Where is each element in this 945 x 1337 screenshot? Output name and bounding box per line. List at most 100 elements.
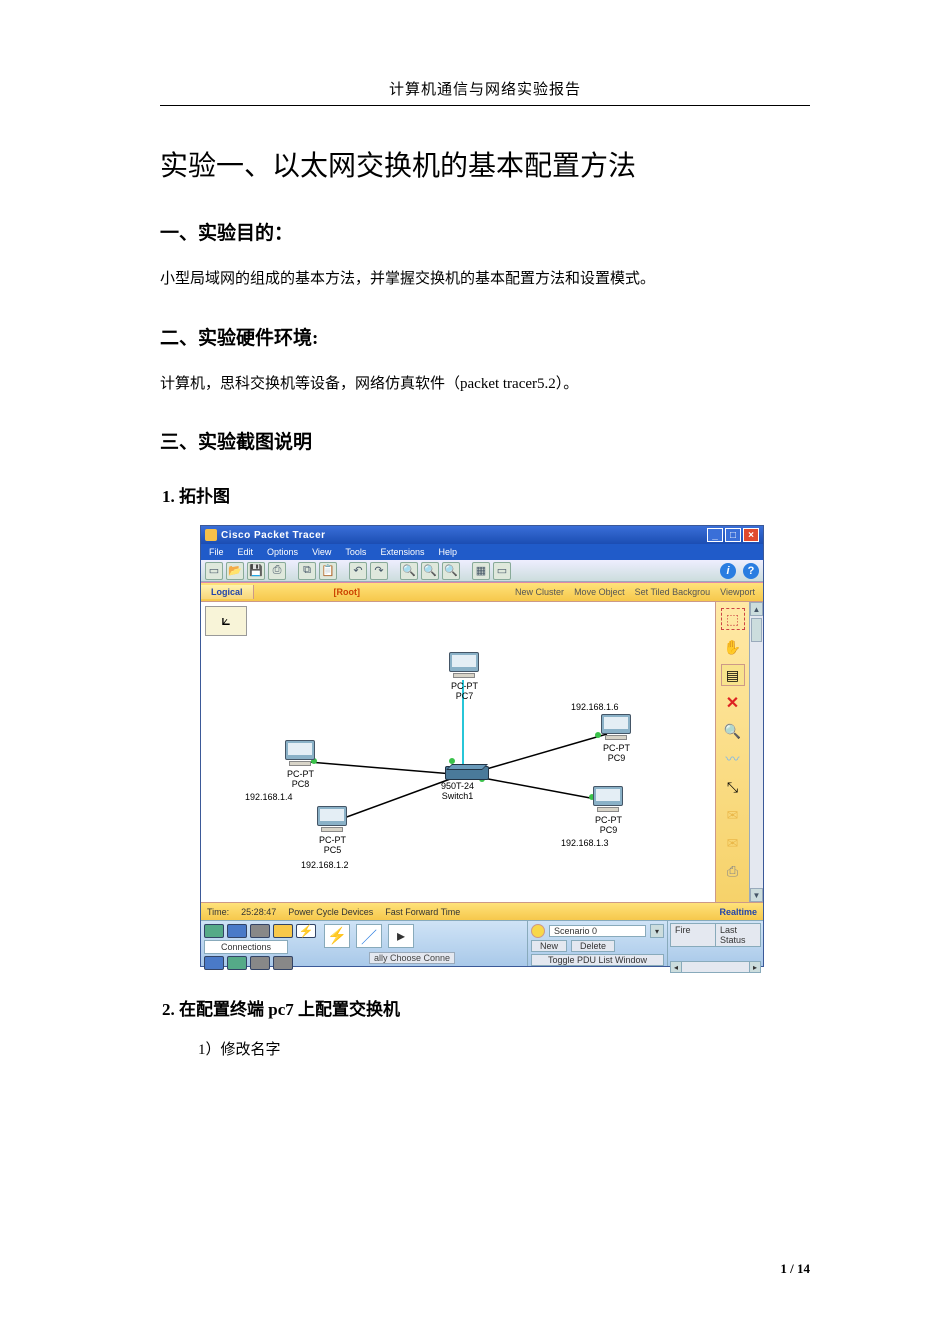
menu-file[interactable]: File — [209, 547, 224, 557]
time-label: Time: — [207, 907, 229, 917]
window-title: Cisco Packet Tracer — [221, 530, 707, 541]
topology-canvas[interactable]: ⟀ — [201, 602, 715, 902]
subsec-topology: 1. 拓扑图 — [162, 482, 810, 507]
pc5-ip: 192.168.1.2 — [301, 860, 349, 870]
device-pc8[interactable] — [283, 740, 317, 768]
switch-category-icon[interactable] — [227, 924, 247, 938]
device-pc9-upper[interactable] — [599, 714, 633, 742]
col-fire[interactable]: Fire — [671, 924, 716, 946]
horizontal-scrollbar[interactable]: ◂ ▸ — [670, 961, 761, 973]
wireless-category-icon[interactable] — [273, 924, 293, 938]
menubar[interactable]: File Edit Options View Tools Extensions … — [201, 544, 763, 560]
close-button[interactable]: × — [743, 528, 759, 542]
tab-logical[interactable]: Logical — [201, 585, 254, 599]
zoom-in-icon[interactable]: 🔍 — [400, 562, 418, 580]
dialog-icon[interactable]: ▭ — [493, 562, 511, 580]
device-switch[interactable] — [445, 766, 489, 780]
info-icon[interactable]: i — [720, 563, 736, 579]
zoom-reset-icon[interactable]: 🔍 — [421, 562, 439, 580]
zoom-out-icon[interactable]: 🔍 — [442, 562, 460, 580]
delete-tool-icon[interactable]: ✕ — [721, 692, 745, 714]
time-value: 25:28:47 — [241, 907, 276, 917]
toggle-pdu-button[interactable]: Toggle PDU List Window — [531, 954, 664, 966]
scenario-panel: Scenario 0 ▾ New Delete Toggle PDU List … — [527, 921, 667, 966]
menu-tools[interactable]: Tools — [345, 547, 366, 557]
scroll-down-icon[interactable]: ▼ — [750, 888, 763, 902]
vertical-scrollbar[interactable]: ▲ ▼ — [749, 602, 763, 902]
device-category-panel[interactable]: ⚡ Connections — [201, 921, 321, 966]
menu-edit[interactable]: Edit — [238, 547, 254, 557]
scenario-dropdown-icon[interactable]: ▾ — [650, 924, 664, 938]
router-category-icon[interactable] — [204, 924, 224, 938]
scenario-new-button[interactable]: New — [531, 940, 567, 952]
print-icon[interactable]: ⎙ — [268, 562, 286, 580]
menu-view[interactable]: View — [312, 547, 331, 557]
device-pc7[interactable] — [447, 652, 481, 680]
new-file-icon[interactable]: ▭ — [205, 562, 223, 580]
pc5-label: PC-PTPC5 — [319, 836, 346, 856]
note-tool-icon[interactable]: ▤ — [721, 664, 745, 686]
menu-help[interactable]: Help — [438, 547, 457, 557]
scenario-bulb-icon[interactable] — [531, 924, 545, 938]
inspect-tool-icon[interactable]: 🔍 — [721, 720, 745, 742]
draw-tool-icon[interactable]: 〰 — [721, 748, 745, 770]
bottom-panel: ⚡ Connections ⚡ ／ ▸ ally Choose Conne — [201, 920, 763, 966]
workspace-tabbar: Logical [Root] New Cluster Move Object S… — [201, 582, 763, 602]
help-icon[interactable]: ? — [743, 563, 759, 579]
btn-new-cluster[interactable]: New Cluster — [515, 587, 564, 597]
fast-forward-button[interactable]: Fast Forward Time — [385, 907, 460, 917]
section-1-body: 小型局域网的组成的基本方法，并掌握交换机的基本配置方法和设置模式。 — [160, 267, 810, 293]
multiuser-category-icon[interactable] — [273, 956, 293, 970]
btn-move-object[interactable]: Move Object — [574, 587, 625, 597]
hub-category-icon[interactable] — [250, 924, 270, 938]
scenario-delete-button[interactable]: Delete — [571, 940, 615, 952]
copy-icon[interactable]: ⧉ — [298, 562, 316, 580]
minimize-button[interactable]: _ — [707, 528, 723, 542]
select-tool-icon[interactable]: ⬚ — [721, 608, 745, 630]
device-list-panel[interactable]: ⚡ ／ ▸ ally Choose Conne — [321, 921, 527, 966]
connection-auto-icon[interactable]: ⚡ — [324, 924, 350, 948]
scroll-right-icon[interactable]: ▸ — [749, 961, 761, 973]
scroll-up-icon[interactable]: ▲ — [750, 602, 763, 616]
maximize-button[interactable]: □ — [725, 528, 741, 542]
device-pc9-lower[interactable] — [591, 786, 625, 814]
scenario-select[interactable]: Scenario 0 — [549, 925, 646, 937]
undo-icon[interactable]: ↶ — [349, 562, 367, 580]
open-file-icon[interactable]: 📂 — [226, 562, 244, 580]
custom-category-icon[interactable] — [250, 956, 270, 970]
section-2-heading: 二、实验硬件环境: — [160, 323, 810, 350]
menu-extensions[interactable]: Extensions — [380, 547, 424, 557]
redo-icon[interactable]: ↷ — [370, 562, 388, 580]
wan-category-icon[interactable] — [227, 956, 247, 970]
connections-category-icon[interactable]: ⚡ — [296, 924, 316, 938]
enddev-category-icon[interactable] — [204, 956, 224, 970]
btn-set-tiled-bg[interactable]: Set Tiled Backgrou — [635, 587, 711, 597]
col-last-status[interactable]: Last Status — [716, 924, 760, 946]
scroll-left-icon[interactable]: ◂ — [670, 961, 682, 973]
device-pc5[interactable] — [315, 806, 349, 834]
connection-nav-icon[interactable]: ▸ — [388, 924, 414, 948]
palette-icon[interactable]: ▦ — [472, 562, 490, 580]
window-titlebar[interactable]: Cisco Packet Tracer _ □ × — [201, 526, 763, 544]
packet-tracer-window: Cisco Packet Tracer _ □ × File Edit Opti… — [200, 525, 764, 967]
workspace[interactable]: ⟀ — [201, 602, 763, 902]
save-file-icon[interactable]: 💾 — [247, 562, 265, 580]
complex-pdu-icon[interactable]: ✉ — [721, 832, 745, 854]
simple-pdu-icon[interactable]: ✉ — [721, 804, 745, 826]
app-icon — [205, 529, 217, 541]
subsec-config-pc7: 2. 在配置终端 pc7 上配置交换机 — [162, 995, 810, 1020]
printer-icon[interactable]: ⎙ — [721, 860, 745, 882]
section-2-body: 计算机，思科交换机等设备，网络仿真软件（packet tracer5.2）。 — [160, 372, 810, 398]
section-3-heading: 三、实验截图说明 — [160, 427, 810, 454]
realtime-tab[interactable]: Realtime — [719, 907, 757, 917]
pc9-upper-ip: 192.168.1.6 — [571, 702, 619, 712]
connection-console-icon[interactable]: ／ — [356, 924, 382, 948]
btn-viewport[interactable]: Viewport — [720, 587, 755, 597]
power-cycle-button[interactable]: Power Cycle Devices — [288, 907, 373, 917]
breadcrumb-root[interactable]: [Root] — [254, 587, 361, 597]
scroll-thumb[interactable] — [751, 618, 762, 642]
move-tool-icon[interactable]: ✋ — [721, 636, 745, 658]
menu-options[interactable]: Options — [267, 547, 298, 557]
paste-icon[interactable]: 📋 — [319, 562, 337, 580]
resize-tool-icon[interactable]: ⤡ — [721, 776, 745, 798]
